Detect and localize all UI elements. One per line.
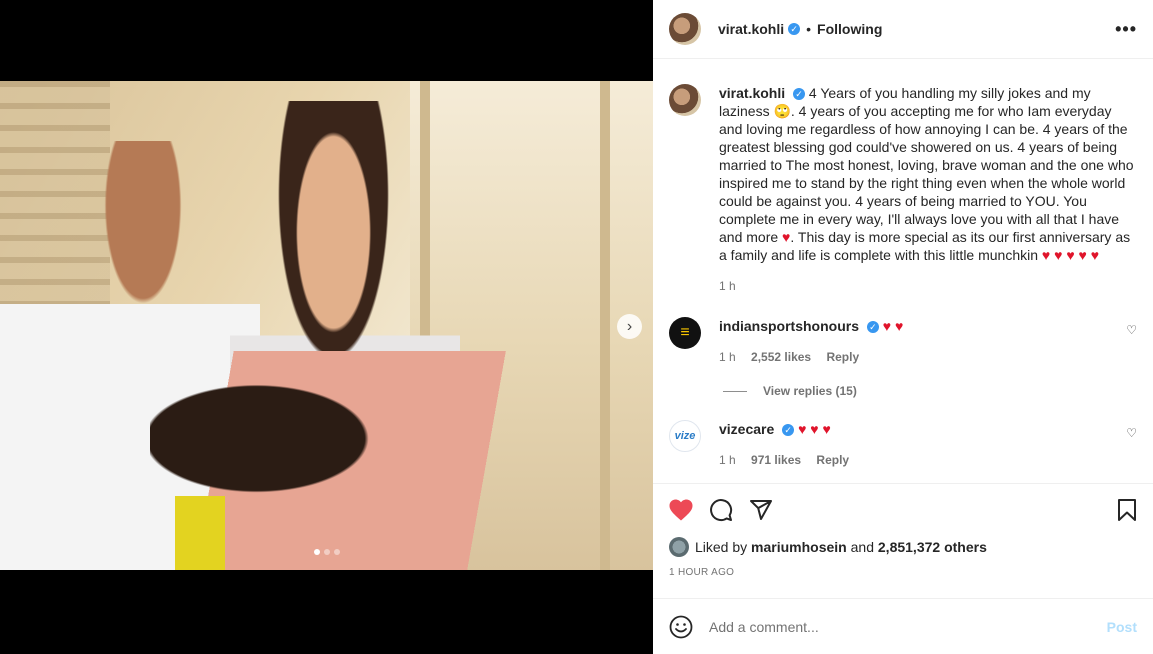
post-photo[interactable] [0,81,653,570]
caption-time[interactable]: 1 h [719,279,736,293]
comments-section[interactable]: virat.kohli ✓ 4 Years of you handling my… [653,60,1153,483]
replies-divider-line [723,390,747,392]
commenter-avatar[interactable]: ≡ [669,317,701,349]
comment-body: vizecare ✓ ♥ ♥ ♥ 1 h 971 likes Reply [719,420,1119,469]
view-replies-label: View replies (15) [763,384,857,398]
action-bar [669,484,1137,536]
post-timestamp[interactable]: 1 HOUR AGO [669,567,1137,578]
caption-text: virat.kohli ✓ 4 Years of you handling my… [719,84,1137,264]
verified-badge-icon: ✓ [782,424,795,437]
comment-item: vize vizecare ✓ ♥ ♥ ♥ 1 h 971 likes Repl… [669,420,1137,469]
carousel-indicator [0,549,653,555]
bookmark-save-icon[interactable] [1097,490,1137,530]
like-heart-icon[interactable] [669,490,709,530]
emoji-smiley-icon[interactable] [669,615,693,639]
carousel-next-button[interactable]: › [617,314,642,339]
comment-item: ≡ indiansportshonours ✓ ♥ ♥ 1 h 2,552 li… [669,317,1137,366]
comment-like-heart-icon[interactable]: ♡ [1126,323,1137,337]
comment-bubble-icon[interactable] [709,490,749,530]
comment-text: ♥ ♥ [882,318,904,334]
carousel-dot [323,549,330,555]
likes-others-count[interactable]: 2,851,372 others [878,539,987,555]
caption-avatar[interactable] [669,84,701,116]
more-options-icon[interactable]: ••• [1115,19,1137,40]
add-comment-input[interactable] [709,618,1107,635]
liker-avatar[interactable] [669,537,689,557]
reply-button[interactable]: Reply [826,350,859,364]
following-button[interactable]: Following [817,21,882,37]
caption-meta: 1 h [719,277,1137,295]
author-avatar[interactable] [669,13,701,45]
header-separator: • [806,21,812,37]
caption: virat.kohli ✓ 4 Years of you handling my… [669,84,1137,295]
caption-text-part1: 4 Years of you handling my silly jokes a… [719,85,1134,245]
author-username[interactable]: virat.kohli [718,21,784,37]
likes-summary: Liked by mariumhosein and 2,851,372 othe… [669,536,1137,558]
comment-likes[interactable]: 971 likes [751,453,801,467]
share-send-icon[interactable] [749,490,789,530]
post-comment-button[interactable]: Post [1107,619,1137,635]
caption-username[interactable]: virat.kohli [719,85,785,101]
commenter-avatar[interactable]: vize [669,420,701,452]
view-replies-button[interactable]: View replies (15) [723,384,1137,398]
caption-body: virat.kohli ✓ 4 Years of you handling my… [719,84,1137,295]
likes-prefix: Liked by [695,539,748,555]
reply-button[interactable]: Reply [816,453,849,467]
likes-and: and [850,539,874,555]
comment-meta: 1 h 2,552 likes Reply [719,348,1119,366]
chevron-right-icon: › [626,317,633,335]
verified-badge-icon: ✓ [793,88,806,101]
comment-time[interactable]: 1 h [719,350,736,364]
carousel-dot [333,549,340,555]
add-comment-bar: Post [653,598,1153,654]
comment-body: indiansportshonours ✓ ♥ ♥ 1 h 2,552 like… [719,317,1119,366]
comment-time[interactable]: 1 h [719,453,736,467]
post-media-area: › [0,0,653,654]
post-actions-section: Liked by mariumhosein and 2,851,372 othe… [653,483,1153,578]
carousel-dot [313,549,320,555]
red-hearts-icons: ♥ ♥ ♥ ♥ ♥ [1041,247,1100,263]
photo-yellow-shirt [175,496,225,570]
comment-likes[interactable]: 2,552 likes [751,350,811,364]
post-side-panel: virat.kohli ✓ • Following ••• virat.kohl… [653,0,1153,654]
verified-badge-icon: ✓ [866,321,879,334]
liker-username[interactable]: mariumhosein [751,539,847,555]
comment-like-heart-icon[interactable]: ♡ [1126,426,1137,440]
photo-window-frame [600,81,610,570]
commenter-username[interactable]: vizecare [719,421,774,437]
comment-meta: 1 h 971 likes Reply [719,451,1119,469]
comment-text: ♥ ♥ ♥ [798,421,831,437]
post-header: virat.kohli ✓ • Following ••• [653,0,1153,59]
commenter-username[interactable]: indiansportshonours [719,318,859,334]
verified-badge-icon: ✓ [788,23,801,35]
